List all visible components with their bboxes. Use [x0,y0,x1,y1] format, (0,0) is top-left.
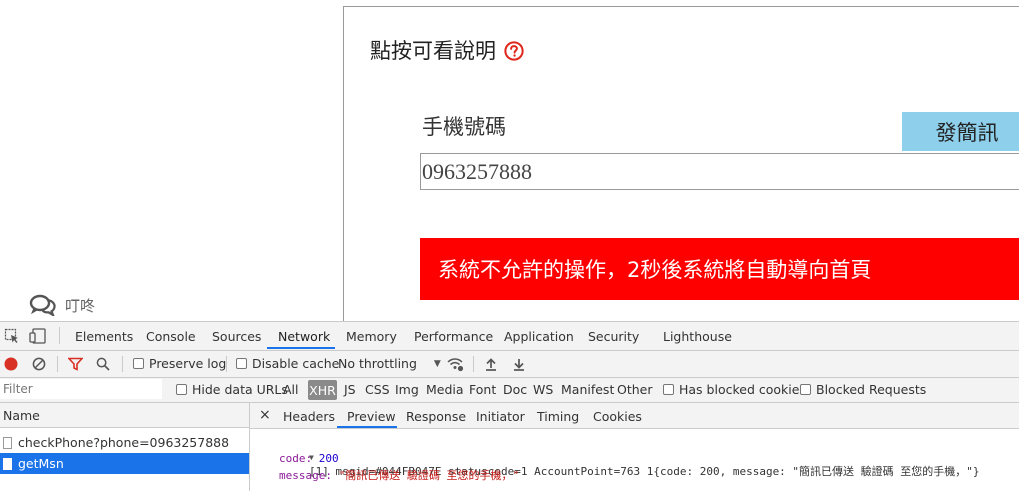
export-har-icon[interactable] [513,357,525,371]
filter-icon[interactable] [68,357,83,371]
active-tab-indicator [267,347,335,349]
blocked-requests-label: Blocked Requests [816,382,927,397]
preview-code-line: code: 200 [279,452,339,465]
toolbar-separator [122,356,123,372]
preview-panel: ▼ [1] msgid=#044FB047E statuscode=1 Acco… [250,429,1019,491]
preserve-log-label: Preserve log [149,356,227,371]
filter-bar: Filter Hide data URLs All XHR JS CSS Img… [0,378,1019,403]
devtools-tabbar: Elements Console Sources Network Memory … [0,322,1019,351]
request-name: checkPhone?phone=0963257888 [18,435,230,450]
filter-type-other[interactable]: Other [617,382,653,397]
checkbox[interactable] [133,358,144,369]
filter-type-ws[interactable]: WS [533,382,553,397]
search-icon[interactable] [96,357,110,371]
import-har-icon[interactable] [485,357,497,371]
chat-widget[interactable]: 叮咚 [29,294,95,316]
tab-memory[interactable]: Memory [346,329,397,344]
tab-cookies[interactable]: Cookies [593,409,642,424]
filter-type-media[interactable]: Media [426,382,464,397]
tab-preview[interactable]: Preview [347,409,396,424]
tab-lighthouse[interactable]: Lighthouse [663,329,732,344]
tab-separator [59,327,60,344]
record-icon[interactable] [4,357,18,371]
throttling-value: No throttling [338,356,417,371]
dropdown-arrow-icon: ▼ [433,358,441,369]
tab-response[interactable]: Response [406,409,466,424]
filter-type-doc[interactable]: Doc [503,382,527,397]
request-list: Name checkPhone?phone=0963257888 getMsn [0,403,250,491]
code-key: code [279,452,306,465]
phone-label: 手機號碼 [422,115,506,139]
chat-bubbles-icon [29,294,56,316]
form-panel: 點按可看說明 手機號碼 發簡訊 0963257888 系統不允許的操作，2秒後系… [343,6,1019,321]
throttling-select[interactable]: No throttling ▼ [338,356,441,371]
message-value: "簡訊已傳送 驗證碼 至您的手機，" [338,469,520,482]
code-value: 200 [318,452,339,465]
tab-initiator[interactable]: Initiator [476,409,525,424]
tab-application[interactable]: Application [504,329,574,344]
checkbox[interactable] [800,384,811,395]
has-blocked-cookies-checkbox[interactable]: Has blocked cookies [663,382,806,397]
toolbar-separator [473,356,474,372]
web-page: 點按可看說明 手機號碼 發簡訊 0963257888 系統不允許的操作，2秒後系… [0,0,1019,321]
filter-type-js[interactable]: JS [344,382,356,397]
tab-security[interactable]: Security [588,329,639,344]
filter-type-font[interactable]: Font [469,382,496,397]
disable-cache-checkbox[interactable]: Disable cache [236,356,339,371]
tab-sources[interactable]: Sources [212,329,261,344]
request-name: getMsn [18,456,64,471]
toolbar-separator [226,356,227,372]
has-blocked-cookies-label: Has blocked cookies [679,382,806,397]
help-text: 點按可看說明 [370,39,496,63]
chat-label: 叮咚 [65,296,96,315]
tab-performance[interactable]: Performance [414,329,493,344]
preview-message-line: message: "簡訊已傳送 驗證碼 至您的手機，" [279,469,520,482]
tab-elements[interactable]: Elements [75,329,133,344]
preserve-log-checkbox[interactable]: Preserve log [133,356,226,371]
network-conditions-icon[interactable] [446,356,464,372]
clear-icon[interactable] [32,357,46,371]
file-icon [3,457,12,470]
hide-data-urls-label: Hide data URLs [192,382,288,397]
request-row[interactable]: checkPhone?phone=0963257888 [0,432,249,453]
file-icon [3,436,12,449]
tab-timing[interactable]: Timing [537,409,579,424]
disable-cache-label: Disable cache [252,356,340,371]
close-icon[interactable]: × [259,407,271,423]
tab-headers[interactable]: Headers [283,409,335,424]
question-circle-icon[interactable] [504,40,524,61]
message-key: message [279,469,326,482]
filter-type-xhr[interactable]: XHR [308,380,337,400]
toolbar-separator [57,356,58,372]
filter-type-css[interactable]: CSS [365,382,390,397]
filter-type-manifest[interactable]: Manifest [561,382,614,397]
checkbox[interactable] [176,384,187,395]
inspect-element-icon[interactable] [4,328,20,347]
request-detail: × Headers Preview Response Initiator Tim… [250,403,1019,491]
devtools: Elements Console Sources Network Memory … [0,321,1019,491]
request-row-selected[interactable]: getMsn [0,453,249,474]
active-tab-indicator [337,426,397,428]
tab-console[interactable]: Console [146,329,196,344]
checkbox[interactable] [663,384,674,395]
detail-tabbar: × Headers Preview Response Initiator Tim… [250,403,1019,429]
filter-input[interactable]: Filter [0,379,162,399]
tab-network[interactable]: Network [278,329,330,344]
hide-data-urls-checkbox[interactable]: Hide data URLs [176,382,288,397]
preview-summary[interactable]: ▼ [1] msgid=#044FB047E statuscode=1 Acco… [256,437,980,492]
phone-input[interactable]: 0963257888 [420,153,1019,190]
filter-type-img[interactable]: Img [395,382,419,397]
name-column-header[interactable]: Name [0,403,249,428]
send-sms-button[interactable]: 發簡訊 [902,112,1019,151]
checkbox[interactable] [236,358,247,369]
help-link[interactable]: 點按可看說明 [370,35,524,65]
device-toolbar-icon[interactable] [29,328,47,347]
blocked-requests-checkbox[interactable]: Blocked Requests [800,382,926,397]
filter-type-all[interactable]: All [283,382,299,397]
error-alert: 系統不允許的操作，2秒後系統將自動導向首頁 [420,238,1019,300]
network-toolbar: Preserve log Disable cache No throttling… [0,351,1019,378]
